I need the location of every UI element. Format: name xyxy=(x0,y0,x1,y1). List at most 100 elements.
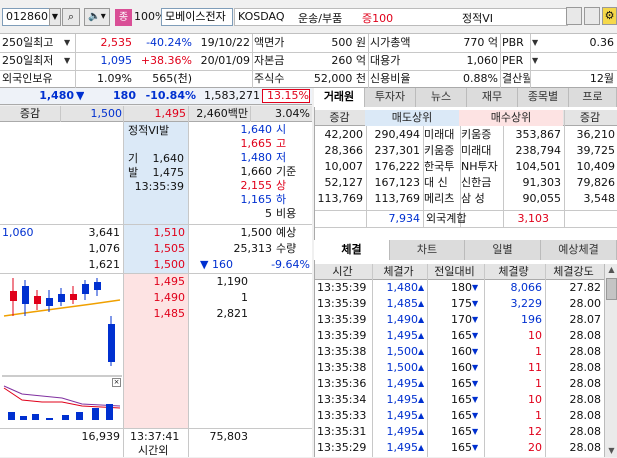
broker-cell[interactable]: 한국투 xyxy=(424,160,458,174)
broker-cell: 10,007 xyxy=(324,160,364,173)
gear-icon[interactable]: ⚙ xyxy=(602,7,617,25)
info-v2-0: 500 원 xyxy=(331,36,366,49)
sell-qty: 1,076 xyxy=(88,242,121,255)
broker-cell: 238,794 xyxy=(515,144,562,157)
trade-cell: 28.08 xyxy=(569,361,602,374)
trades-tab-2[interactable]: 일별 xyxy=(465,240,541,260)
broker-cell[interactable]: 미래대 xyxy=(424,128,458,142)
trades-tab-1[interactable]: 차트 xyxy=(390,240,465,260)
trade-cell: 28.08 xyxy=(569,409,602,422)
trade-cell: 196 xyxy=(521,313,542,326)
sell-price[interactable]: 1,500 xyxy=(125,258,186,272)
price-stat-value: 2,155 xyxy=(240,179,273,192)
broker-cell[interactable]: 신한금 xyxy=(461,176,501,190)
trade-cell: 28.08 xyxy=(569,329,602,342)
broker-header-3: 증감 xyxy=(579,111,601,124)
trades-tab-0[interactable]: 체결 xyxy=(314,240,390,260)
info-v3-1: 1,060 xyxy=(466,54,499,67)
ratio-dropdown-icon[interactable]: ▼ xyxy=(532,36,538,50)
sell-qty: 3,641 xyxy=(88,226,121,239)
stock-code-input[interactable]: 012860 xyxy=(2,8,50,26)
volume-bar xyxy=(32,414,39,420)
down-arrow-icon: ▼ xyxy=(76,89,85,102)
trade-cell: 1,495 xyxy=(386,441,419,454)
broker-cell[interactable]: 미래대 xyxy=(461,144,501,158)
arrow-icon: ▲ xyxy=(418,347,425,356)
broker-tab-1[interactable]: 투자자 xyxy=(365,88,416,107)
arrow-icon: ▲ xyxy=(418,315,425,324)
price-stat-value: 1,660 xyxy=(240,165,273,178)
broker-cell: 104,501 xyxy=(515,160,562,173)
trade-cell: 1,495 xyxy=(386,329,419,342)
broker-cell: 3,548 xyxy=(583,192,616,205)
broker-tab-2[interactable]: 뉴스 xyxy=(416,88,467,107)
buy-price[interactable]: 1,495 xyxy=(125,275,186,289)
broker-cell[interactable]: 삼 성 xyxy=(461,192,501,206)
trade-cell: 13:35:31 xyxy=(317,425,367,438)
document-icon[interactable] xyxy=(584,7,600,25)
trades-header-1: 체결가 xyxy=(383,265,414,278)
broker-cell[interactable]: 키움증 xyxy=(424,144,458,158)
trade-cell: 1 xyxy=(535,345,542,358)
info-p1-0: -40.24% xyxy=(146,36,192,49)
price-stat-label: 시 xyxy=(276,123,287,136)
scroll-thumb[interactable] xyxy=(606,278,617,300)
trades-header-0: 시간 xyxy=(332,265,353,278)
trade-cell: 165 xyxy=(451,441,472,454)
info-v3-0: 770 억 xyxy=(463,36,498,49)
down-arrow-icon: ▼ xyxy=(472,299,479,308)
down-arrow-icon: ▼ xyxy=(472,283,479,292)
volume-bar xyxy=(62,415,69,420)
trades-scrollbar[interactable]: ▲ ▼ xyxy=(604,264,617,457)
broker-tab-4[interactable]: 종목별 xyxy=(518,88,569,107)
trade-cell: 1,480 xyxy=(386,281,419,294)
trade-cell: 1,500 xyxy=(386,345,419,358)
arrow-icon: ▲ xyxy=(418,299,425,308)
trades-tab-3[interactable]: 예상체결 xyxy=(541,240,617,260)
info-dropdown-icon[interactable]: ▼ xyxy=(64,36,70,50)
chart-close-icon[interactable]: × xyxy=(112,378,121,387)
arrow-icon: ▲ xyxy=(418,363,425,372)
trades-header-3: 체결량 xyxy=(498,265,529,278)
info-l3-2: 신용비율 xyxy=(370,72,411,85)
trade-cell: 20 xyxy=(528,441,542,454)
broker-cell[interactable]: NH투자 xyxy=(461,160,501,174)
scroll-up-icon[interactable]: ▲ xyxy=(605,264,617,276)
broker-cell: 237,301 xyxy=(374,144,421,157)
sell-price[interactable]: 1,510 xyxy=(125,226,186,240)
trade-cell: 1,495 xyxy=(386,425,419,438)
broker-tab-0[interactable]: 거래원 xyxy=(314,88,365,107)
price-stat-value: 5 xyxy=(265,207,272,220)
market-label: KOSDAQ xyxy=(238,10,285,23)
orderbook-time: 13:37:41 xyxy=(130,430,180,443)
broker-cell[interactable]: 키움증 xyxy=(461,128,501,142)
toolbar: 012860 ▼ ⌕ 🔈▾ 종 100% 모베이스전자 KOSDAQ 운송/부품… xyxy=(0,0,617,34)
info-dropdown-icon[interactable]: ▼ xyxy=(64,54,70,68)
broker-tab-5[interactable]: 프로 xyxy=(569,88,617,107)
broker-cell[interactable]: 메리츠 xyxy=(424,192,458,206)
vi-label: 정적VI발 xyxy=(128,124,170,137)
trade-cell: 10 xyxy=(528,393,542,406)
sell-price[interactable]: 1,505 xyxy=(125,242,186,256)
speaker-icon[interactable]: 🔈▾ xyxy=(84,8,110,26)
ratio-dropdown-icon[interactable]: ▼ xyxy=(532,54,538,68)
quote-bar: 1,480 ▼ 180 -10.84% 1,583,271 13.15% xyxy=(0,88,312,105)
price-change: 180 xyxy=(113,89,136,102)
buy-price[interactable]: 1,485 xyxy=(125,307,186,321)
trade-volume: 1,583,271 xyxy=(204,89,260,102)
info-p1-1: +38.36% xyxy=(140,54,192,67)
broker-cell: 167,123 xyxy=(374,176,421,189)
window-icon[interactable] xyxy=(566,7,582,25)
broker-tab-3[interactable]: 재무 xyxy=(467,88,518,107)
trade-cell: 3,229 xyxy=(510,297,543,310)
trade-cell: 180 xyxy=(451,281,472,294)
sell-qty: 1,621 xyxy=(88,258,121,271)
info-l3-1: 대용가 xyxy=(370,54,401,67)
volume-bar xyxy=(92,408,99,420)
buy-price[interactable]: 1,490 xyxy=(125,291,186,305)
code-dropdown-button[interactable]: ▼ xyxy=(49,8,61,26)
search-icon[interactable]: ⌕ xyxy=(62,8,80,26)
broker-cell[interactable]: 대 신 xyxy=(424,176,458,190)
scroll-down-icon[interactable]: ▼ xyxy=(605,445,617,457)
trade-cell: 13:35:39 xyxy=(317,297,367,310)
